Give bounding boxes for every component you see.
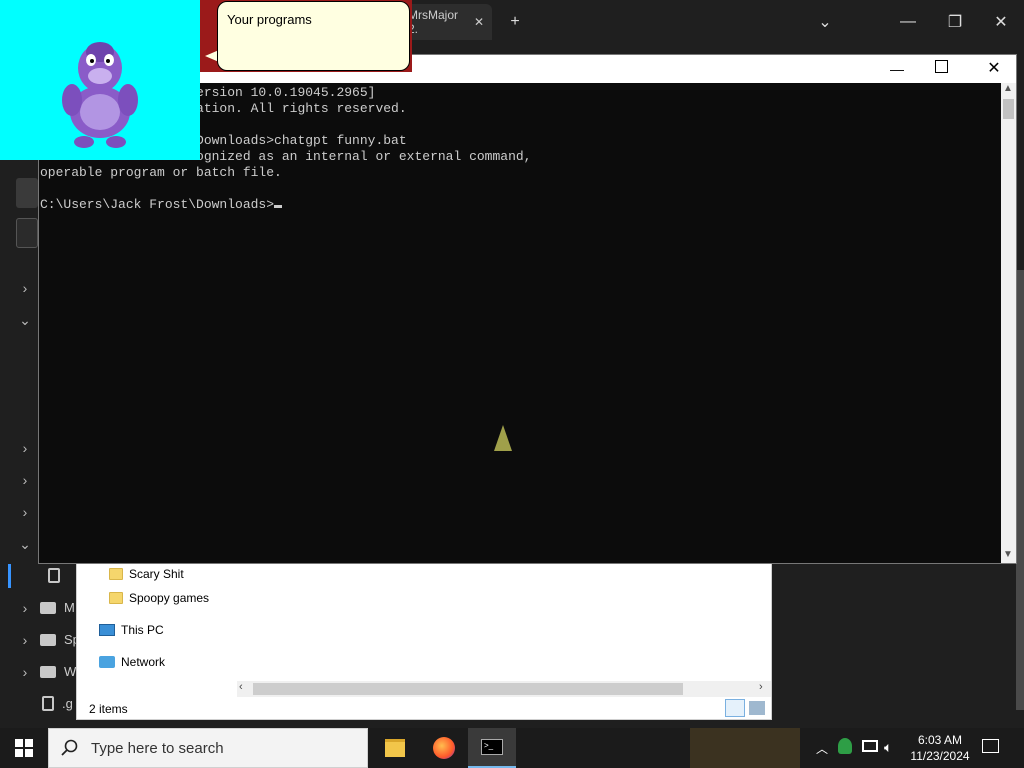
sidebar-item[interactable]: M <box>40 600 75 615</box>
folder-icon <box>109 568 123 580</box>
nav-item-spoopy-games[interactable]: Spoopy games <box>109 591 209 605</box>
folder-icon <box>40 601 56 614</box>
nav-item-network[interactable]: Network <box>99 655 165 669</box>
clock-time: 6:03 AM <box>917 733 963 747</box>
text-cursor <box>274 205 283 208</box>
scrollbar-thumb[interactable] <box>253 683 683 695</box>
console-line: operable program or batch file. <box>40 165 282 180</box>
clock-date: 11/23/2024 <box>910 749 970 763</box>
chevron-right-icon[interactable]: › <box>18 632 32 648</box>
file-icon <box>42 696 54 711</box>
minimize-icon[interactable]: — <box>885 57 909 81</box>
search-icon <box>61 739 78 756</box>
close-icon[interactable]: ✕ <box>982 57 1006 81</box>
file-icon <box>48 568 60 588</box>
chevron-right-icon[interactable]: › <box>18 472 32 488</box>
speech-bubble: Your programs <box>217 1 410 71</box>
background-scrollbar[interactable] <box>1016 270 1024 710</box>
folder-icon <box>385 739 405 757</box>
new-tab-button[interactable]: + <box>492 2 538 42</box>
scroll-right-icon[interactable]: › <box>759 681 763 693</box>
chevron-right-icon[interactable]: › <box>18 600 32 616</box>
maximize-icon[interactable] <box>935 60 948 73</box>
close-icon[interactable]: ✕ <box>978 2 1024 42</box>
nav-item-this-pc[interactable]: This PC <box>99 623 164 637</box>
chevron-right-icon[interactable]: › <box>18 664 32 680</box>
speech-bubble-text: Your programs <box>227 12 312 27</box>
details-view-icon[interactable] <box>725 699 745 717</box>
horizontal-scrollbar[interactable]: ‹ › <box>237 681 771 697</box>
taskbar-wallpaper-fragment <box>690 728 800 768</box>
start-button[interactable] <box>0 728 48 768</box>
gorilla-character-icon[interactable] <box>0 0 200 160</box>
file-explorer-taskbar-button[interactable] <box>371 728 419 768</box>
folder-icon <box>40 633 56 646</box>
scroll-down-icon[interactable]: ▼ <box>1003 549 1013 560</box>
background-tab[interactable]: MrsMajor 2. ✕ <box>400 4 492 40</box>
computer-icon <box>99 624 115 636</box>
sidebar-item[interactable]: .g <box>42 696 73 711</box>
chevron-down-icon[interactable]: ⌄ <box>802 2 848 42</box>
file-explorer-window: Scary Shit Spoopy games This PC Network … <box>76 560 772 720</box>
console-prompt: C:\Users\Jack Frost\Downloads> <box>40 197 283 213</box>
terminal-taskbar-button[interactable]: >_ <box>468 728 516 768</box>
folder-icon <box>109 592 123 604</box>
folder-icon <box>40 665 56 678</box>
firefox-taskbar-button[interactable] <box>420 728 468 768</box>
large-icons-view-icon[interactable] <box>749 701 765 715</box>
notifications-icon[interactable] <box>982 739 999 753</box>
minimize-icon[interactable]: — <box>885 2 931 42</box>
chevron-right-icon[interactable]: › <box>18 280 32 296</box>
chevron-down-icon[interactable]: ⌄ <box>18 312 32 329</box>
windows-logo-icon <box>15 739 33 757</box>
network-icon[interactable] <box>862 740 878 752</box>
sidebar-item[interactable]: W <box>40 664 76 679</box>
chevron-right-icon[interactable]: › <box>18 440 32 456</box>
search-box-fragment[interactable] <box>16 218 38 248</box>
console-scrollbar[interactable]: ▲ ▼ <box>1001 83 1016 563</box>
source-control-icon[interactable] <box>16 178 38 208</box>
tab-close-icon[interactable]: ✕ <box>474 15 484 29</box>
status-item-count: 2 items <box>89 702 128 716</box>
nav-item-scary-shit[interactable]: Scary Shit <box>109 567 184 581</box>
restore-icon[interactable]: ❐ <box>932 2 978 42</box>
active-indicator <box>8 564 11 588</box>
sidebar-item[interactable]: Sp <box>40 632 80 647</box>
scroll-left-icon[interactable]: ‹ <box>239 681 243 693</box>
clock[interactable]: 6:03 AM 11/23/2024 <box>906 732 974 764</box>
search-placeholder: Type here to search <box>91 739 224 757</box>
network-icon <box>99 656 115 668</box>
terminal-icon: >_ <box>481 739 503 755</box>
taskbar-search-box[interactable]: Type here to search <box>48 728 368 768</box>
volume-icon[interactable]: 🔈︎ <box>884 739 892 756</box>
bonzi-character-area[interactable] <box>0 0 200 160</box>
user-status-icon[interactable] <box>838 738 852 754</box>
party-hat-icon <box>494 425 512 451</box>
scrollbar-thumb[interactable] <box>1003 99 1014 119</box>
firefox-icon <box>433 737 455 759</box>
scroll-up-icon[interactable]: ▲ <box>1003 83 1013 94</box>
chevron-up-icon[interactable]: ︿ <box>816 740 828 757</box>
chevron-right-icon[interactable]: › <box>18 504 32 520</box>
background-tab-label: MrsMajor 2. <box>408 8 458 36</box>
chevron-down-icon[interactable]: ⌄ <box>18 536 32 553</box>
